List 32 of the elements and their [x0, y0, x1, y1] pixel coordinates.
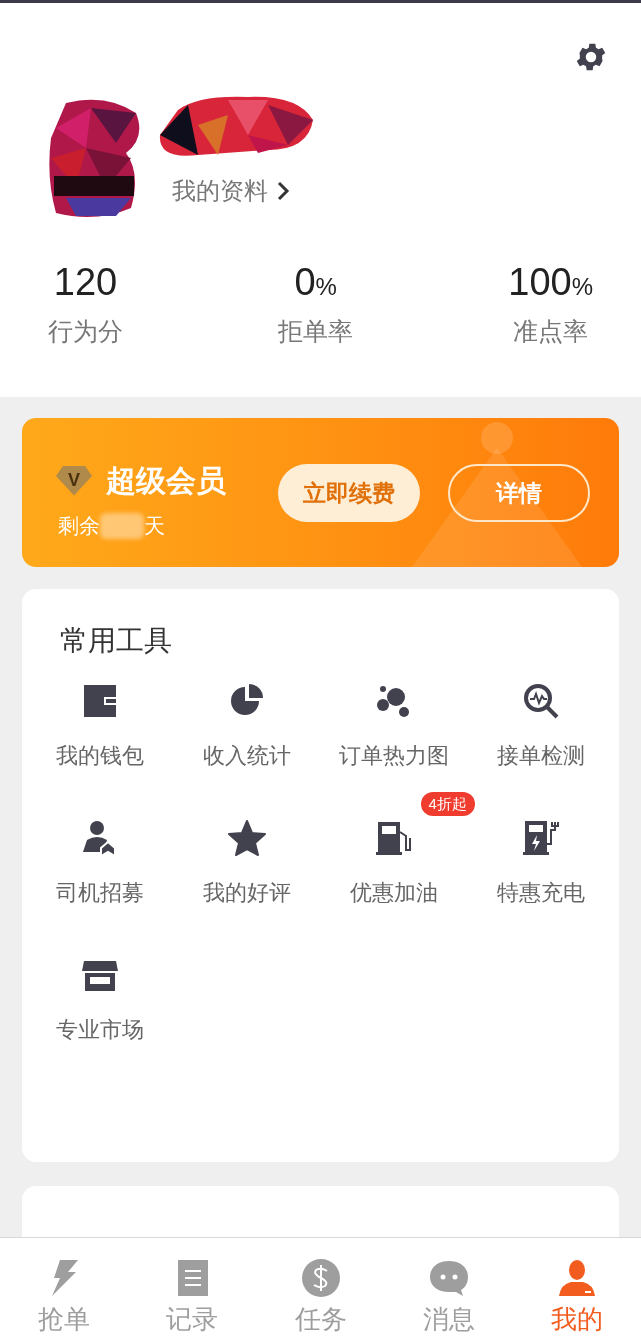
stat-value: 120 [53, 260, 118, 305]
stat-label: 拒单率 [278, 316, 354, 347]
tool-label[interactable]: 特惠充电 [497, 876, 586, 909]
tool-label[interactable]: 收入统计 [202, 739, 291, 772]
remaining-text: 天 [144, 513, 165, 539]
charging-station-icon[interactable] [521, 818, 562, 858]
tool-label[interactable]: 优惠加油 [350, 876, 439, 909]
discount-badge: 4折起 [420, 792, 475, 816]
dollar-icon[interactable] [300, 1258, 341, 1298]
remaining-text: 剩余 [58, 513, 100, 539]
stat-value: 100 [508, 260, 572, 305]
tool-label[interactable]: 我的好评 [202, 876, 291, 909]
redaction-blur [100, 512, 144, 539]
chat-icon[interactable] [428, 1258, 469, 1298]
diamond-badge: V [56, 465, 92, 496]
stat-label: 准点率 [513, 316, 589, 347]
tool-label[interactable]: 专业市场 [55, 1013, 144, 1046]
stat-unit: % [571, 273, 593, 302]
stat-label: 行为分 [48, 316, 123, 347]
stat-unit: % [315, 273, 337, 302]
tool-label[interactable]: 司机招募 [55, 876, 144, 909]
stat-value: 0 [294, 260, 316, 305]
person-icon[interactable] [556, 1258, 597, 1298]
tool-label[interactable]: 订单热力图 [339, 739, 450, 772]
membership-title: 超级会员 [106, 463, 226, 499]
tab-label[interactable]: 我的 [550, 1300, 603, 1339]
star-icon[interactable] [226, 818, 267, 858]
profile-link[interactable]: 我的资料 [172, 173, 268, 209]
tool-label[interactable]: 接单检测 [497, 739, 586, 772]
section-title: 常用工具 [59, 624, 173, 658]
chevron-right-icon[interactable] [276, 180, 290, 202]
tool-label[interactable]: 我的钱包 [55, 739, 144, 772]
